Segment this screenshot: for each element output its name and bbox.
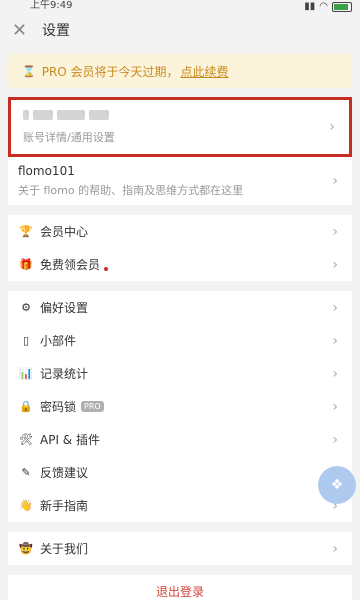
chevron-right-icon: › — [332, 299, 338, 316]
chevron-right-icon: › — [332, 365, 338, 382]
preferences-item[interactable]: ⚙ 偏好设置 › — [8, 291, 352, 324]
floating-assistant-icon[interactable]: ❖ — [318, 466, 356, 504]
renew-link[interactable]: 点此续费 — [181, 63, 229, 80]
account-subtitle: 账号详情/通用设置 — [23, 131, 115, 144]
lock-icon: 🔒 — [19, 400, 33, 413]
statistics-item[interactable]: 📊 记录统计 › — [8, 357, 352, 390]
item-label: 小部件 — [40, 334, 77, 348]
chevron-right-icon: › — [332, 256, 338, 273]
widgets-item[interactable]: ▯ 小部件 › — [8, 324, 352, 357]
feedback-item[interactable]: ✎ 反馈建议 › — [8, 456, 352, 489]
item-label: 记录统计 — [40, 367, 89, 381]
flomo101-title: flomo101 — [18, 164, 75, 178]
item-label: 免费领会员 — [40, 258, 101, 272]
item-label: 反馈建议 — [40, 466, 89, 480]
tools-icon: 🛠 — [19, 433, 33, 446]
gear-icon: ⚙ — [21, 301, 31, 314]
pro-expiry-banner[interactable]: ⌛ PRO 会员将于今天过期， 点此续费 — [8, 54, 352, 88]
header: ✕ 设置 — [0, 14, 360, 46]
red-dot-badge — [104, 266, 109, 271]
close-icon[interactable]: ✕ — [12, 20, 34, 41]
beginner-guide-item[interactable]: 👋 新手指南 › — [8, 489, 352, 522]
item-label: 关于我们 — [40, 542, 89, 556]
member-center-item[interactable]: 🏆 会员中心 › — [8, 215, 352, 248]
chevron-right-icon: › — [332, 332, 338, 349]
item-label: API & 插件 — [40, 433, 100, 447]
item-label: 密码锁 — [40, 400, 77, 414]
page-title: 设置 — [42, 23, 70, 39]
status-icons: ▮▮ ◠ — [304, 1, 352, 13]
item-label: 偏好设置 — [40, 301, 89, 315]
flomo101-desc: 关于 flomo 的帮助、指南及思维方式都在这里 — [18, 184, 244, 197]
about-icon: 🤠 — [19, 542, 33, 555]
about-us-item[interactable]: 🤠 关于我们 › — [8, 532, 352, 565]
flomo101-card[interactable]: flomo101 关于 flomo 的帮助、指南及思维方式都在这里 › — [8, 157, 352, 205]
gift-icon: 🎁 — [19, 258, 33, 271]
chevron-right-icon: › — [332, 540, 338, 557]
settings-group: ⚙ 偏好设置 › ▯ 小部件 › 📊 记录统计 › 🔒 密码锁 PRO › 🛠 … — [8, 291, 352, 522]
logout-button[interactable]: 退出登录 — [8, 575, 352, 600]
free-membership-item[interactable]: 🎁 免费领会员 › — [8, 248, 352, 281]
pro-banner-text: PRO 会员将于今天过期， — [41, 64, 179, 79]
chevron-right-icon: › — [332, 398, 338, 415]
account-card[interactable]: 账号详情/通用设置 › — [8, 97, 352, 157]
status-bar: 上午9:49 ▮▮ ◠ — [0, 0, 360, 14]
chevron-right-icon: › — [332, 223, 338, 240]
chevron-right-icon: › — [332, 173, 338, 189]
blurred-username — [23, 110, 337, 120]
phone-icon: ▯ — [22, 334, 30, 347]
about-group: 🤠 关于我们 › — [8, 532, 352, 565]
status-time: 上午9:49 — [30, 0, 73, 11]
password-lock-item[interactable]: 🔒 密码锁 PRO › — [8, 390, 352, 423]
hourglass-icon: ⌛ — [22, 64, 36, 78]
pro-badge: PRO — [81, 401, 104, 412]
bar-chart-icon: 📊 — [19, 367, 33, 380]
guide-icon: 👋 — [19, 499, 33, 512]
item-label: 新手指南 — [40, 499, 89, 513]
item-label: 会员中心 — [40, 225, 89, 239]
api-plugins-item[interactable]: 🛠 API & 插件 › — [8, 423, 352, 456]
wifi-icon: ◠ — [319, 1, 328, 12]
feedback-icon: ✎ — [21, 466, 31, 479]
chevron-right-icon: › — [329, 119, 335, 135]
chevron-right-icon: › — [332, 431, 338, 448]
membership-group: 🏆 会员中心 › 🎁 免费领会员 › — [8, 215, 352, 281]
trophy-icon: 🏆 — [19, 225, 33, 238]
signal-icon: ▮▮ — [304, 1, 316, 12]
battery-icon — [332, 2, 352, 12]
